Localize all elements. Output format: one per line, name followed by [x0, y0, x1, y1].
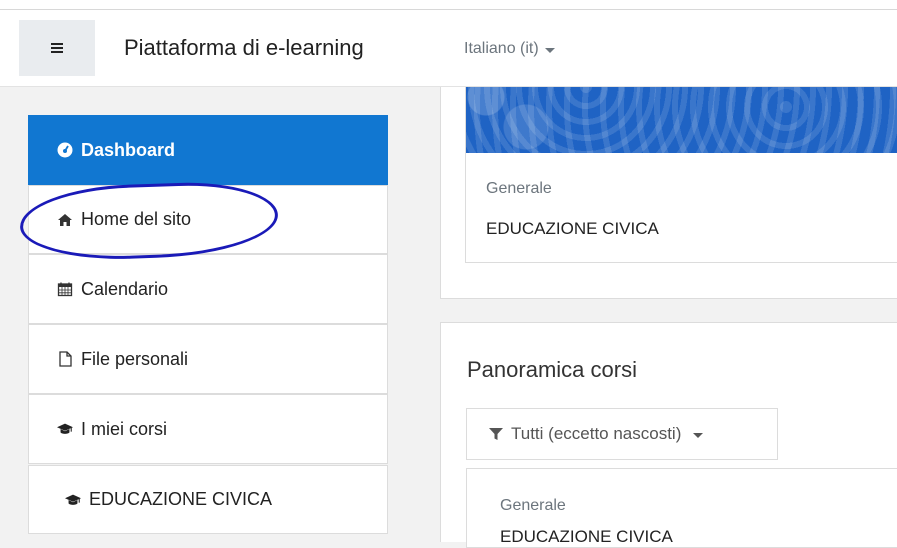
sidebar-item-label: I miei corsi: [81, 418, 168, 439]
course-category: Generale: [500, 497, 566, 514]
filter-label: Tutti (eccetto nascosti): [511, 424, 682, 443]
graduation-cap-icon: [57, 421, 73, 437]
sidebar-item-calendar[interactable]: Calendario: [28, 254, 388, 324]
course-card[interactable]: Generale EDUCAZIONE CIVICA: [466, 468, 897, 548]
filter-dropdown[interactable]: Tutti (eccetto nascosti): [466, 408, 778, 460]
course-image: [466, 87, 897, 153]
caret-down-icon: [544, 47, 555, 53]
top-navbar: Piattaforma di e-learning Italiano (it): [0, 0, 897, 87]
course-overview-card: Panoramica corsi Tutti (eccetto nascosti…: [440, 322, 897, 548]
course-name[interactable]: EDUCAZIONE CIVICA: [486, 219, 659, 239]
language-label: Italiano (it): [464, 40, 539, 57]
graduation-cap-icon: [65, 492, 81, 508]
sidebar-item-label: EDUCAZIONE CIVICA: [89, 489, 273, 509]
course-category: Generale: [486, 180, 552, 197]
sidebar-item-home[interactable]: Home del sito: [28, 185, 388, 254]
filter-icon: [489, 427, 503, 441]
menu-toggle-button[interactable]: [19, 20, 95, 76]
sidebar-item-dashboard[interactable]: Dashboard: [28, 115, 388, 185]
hamburger-icon: [51, 43, 63, 53]
card-title: Panoramica corsi: [467, 357, 637, 382]
sidebar-item-files[interactable]: File personali: [28, 324, 388, 394]
calendar-icon: [57, 281, 73, 297]
language-menu[interactable]: Italiano (it): [464, 40, 555, 58]
sidebar-item-course[interactable]: EDUCAZIONE CIVICA: [28, 465, 388, 534]
dashboard-icon: [57, 142, 73, 158]
site-name[interactable]: Piattaforma di e-learning: [124, 35, 364, 61]
course-card[interactable]: Generale EDUCAZIONE CIVICA: [465, 87, 897, 263]
sidebar-item-my-courses[interactable]: I miei corsi: [28, 394, 388, 464]
sidebar-item-label: Home del sito: [81, 209, 192, 229]
file-icon: [57, 351, 73, 367]
course-name[interactable]: EDUCAZIONE CIVICA: [500, 527, 673, 547]
sidebar-item-label: Dashboard: [81, 139, 176, 160]
caret-down-icon: [693, 432, 704, 438]
divider: [0, 9, 897, 10]
sidebar-item-label: Calendario: [81, 278, 169, 299]
sidebar-item-label: File personali: [81, 348, 189, 369]
home-icon: [57, 212, 73, 228]
